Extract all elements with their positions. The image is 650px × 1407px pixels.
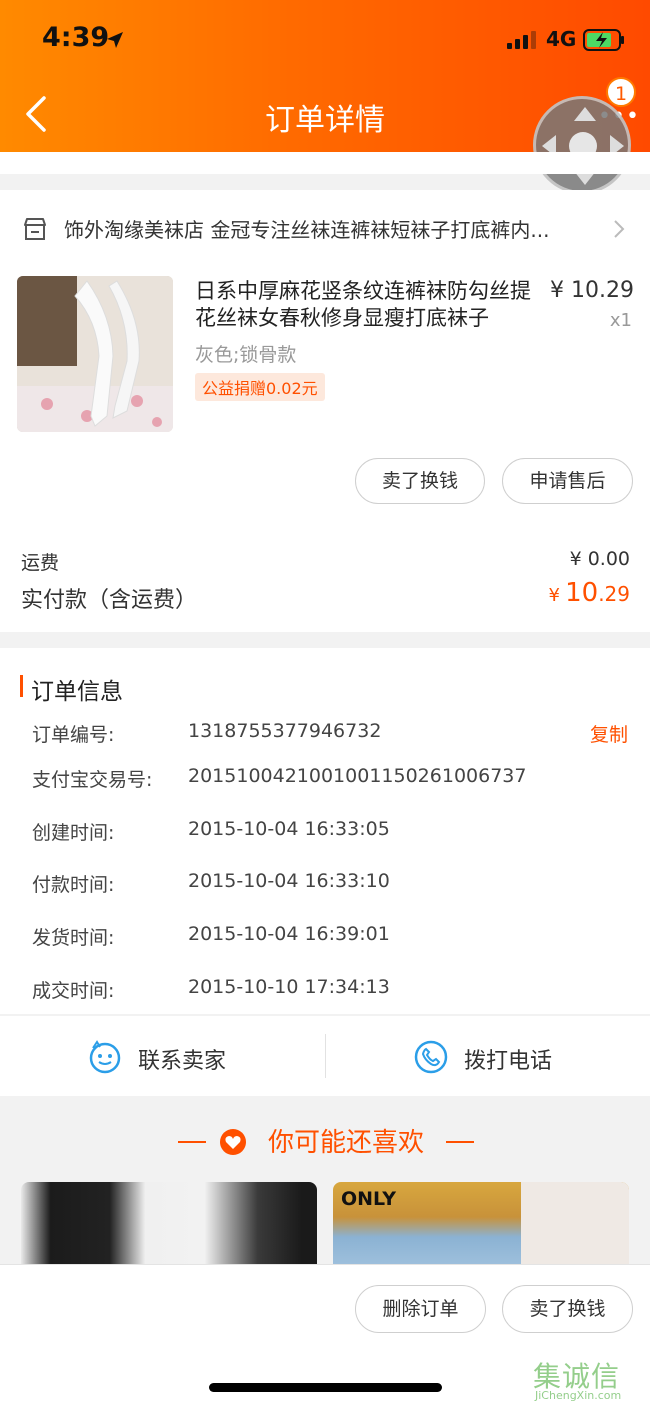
paid-time-row: 付款时间: 2015-10-04 16:33:10 xyxy=(32,870,632,900)
chat-face-icon xyxy=(89,1040,121,1074)
alipay-trade-label: 支付宝交易号: xyxy=(32,769,153,791)
charity-tag: 公益捐赠0.02元 xyxy=(195,373,325,401)
paid-amount: ¥ 10.29 xyxy=(510,578,630,608)
contact-bar: 联系卖家 拨打电话 xyxy=(0,1016,650,1096)
shipped-time-row: 发货时间: 2015-10-04 16:39:01 xyxy=(32,923,632,953)
brand-logo-text: ONLY xyxy=(341,1188,396,1210)
recommended-item-boots[interactable] xyxy=(21,1182,317,1264)
shipped-time-label: 发货时间: xyxy=(32,927,115,949)
order-number-label: 订单编号: xyxy=(32,724,115,746)
order-item-card: 饰外淘缘美袜店 金冠专注丝袜连裤袜短袜子打底裤内... 日系中厚麻花竖条纹连裤袜… xyxy=(0,190,650,632)
shipped-time-value: 2015-10-04 16:39:01 xyxy=(188,923,390,945)
chevron-right-icon xyxy=(614,220,625,238)
recommended-item-jeans[interactable]: ONLY xyxy=(333,1182,629,1264)
completed-time-value: 2015-10-10 17:34:13 xyxy=(188,976,390,998)
network-type: 4G xyxy=(546,27,577,51)
battery-icon xyxy=(583,29,624,51)
watermark-logo: 集诚信 JiChengXin.com xyxy=(533,1355,648,1405)
alipay-trade-value: 2015100421001001150261006737 xyxy=(188,765,527,787)
order-number-row: 订单编号: 1318755377946732 复制 xyxy=(32,720,632,750)
home-indicator[interactable] xyxy=(209,1383,442,1392)
product-title[interactable]: 日系中厚麻花竖条纹连裤袜防勾丝提花丝袜女春秋修身显瘦打底袜子 xyxy=(195,278,540,332)
paid-integer: 10 xyxy=(565,578,599,608)
product-price: ¥ 10.29 xyxy=(550,278,634,303)
watermark-en: JiChengXin.com xyxy=(535,1389,622,1402)
paid-time-label: 付款时间: xyxy=(32,874,115,896)
title-line-right xyxy=(446,1141,474,1143)
product-photo-icon xyxy=(17,276,173,432)
store-name: 饰外淘缘美袜店 金冠专注丝袜连裤袜短袜子打底裤内... xyxy=(64,218,550,242)
bottom-action-bar: 删除订单 卖了换钱 集诚信 JiChengXin.com xyxy=(0,1264,650,1407)
sell-for-cash-button[interactable]: 卖了换钱 xyxy=(355,458,485,504)
contact-seller-label: 联系卖家 xyxy=(138,1049,227,1074)
shipping-value: ¥ 0.00 xyxy=(569,548,630,570)
after-sales-button[interactable]: 申请售后 xyxy=(502,458,633,504)
location-arrow-icon xyxy=(107,32,123,48)
order-info-title: 订单信息 xyxy=(31,679,123,705)
arrow-up-icon xyxy=(574,107,596,121)
recommendation-section: 你可能还喜欢 ONLY xyxy=(0,1098,650,1264)
call-phone-button[interactable]: 拨打电话 xyxy=(326,1016,650,1096)
paid-time-value: 2015-10-04 16:33:10 xyxy=(188,870,390,892)
signal-icon xyxy=(507,31,536,49)
paid-currency: ¥ xyxy=(548,585,560,606)
paid-decimal: .29 xyxy=(598,582,630,606)
nav-header: 4:39 4G 订单详情 ••• 1 xyxy=(0,0,650,194)
status-time: 4:39 xyxy=(42,22,110,53)
created-time-row: 创建时间: 2015-10-04 16:33:05 xyxy=(32,818,632,848)
store-icon xyxy=(24,218,46,240)
call-phone-label: 拨打电话 xyxy=(464,1049,553,1074)
top-white-strip xyxy=(0,152,650,174)
paid-label: 实付款（含运费） xyxy=(21,588,198,613)
phone-icon xyxy=(414,1040,448,1074)
product-image[interactable] xyxy=(17,276,173,432)
product-sku: 灰色;锁骨款 xyxy=(195,344,297,366)
notification-badge: 1 xyxy=(606,77,636,107)
alipay-trade-row: 支付宝交易号: 2015100421001001150261006737 xyxy=(32,765,632,795)
contact-seller-button[interactable]: 联系卖家 xyxy=(0,1016,325,1096)
assistive-touch-button[interactable] xyxy=(533,96,631,194)
store-row[interactable]: 饰外淘缘美袜店 金冠专注丝袜连裤袜短袜子打底裤内... xyxy=(0,190,650,268)
created-time-value: 2015-10-04 16:33:05 xyxy=(188,818,390,840)
recommendation-title-text: 你可能还喜欢 xyxy=(267,1128,424,1158)
product-quantity: x1 xyxy=(609,310,632,331)
completed-time-row: 成交时间: 2015-10-10 17:34:13 xyxy=(32,976,632,1006)
shipping-label: 运费 xyxy=(21,552,60,574)
sell-for-cash-bottom-button[interactable]: 卖了换钱 xyxy=(502,1285,633,1333)
completed-time-label: 成交时间: xyxy=(32,980,115,1002)
delete-order-button[interactable]: 删除订单 xyxy=(355,1285,486,1333)
recommendation-title: 你可能还喜欢 xyxy=(0,1122,650,1159)
product-image-side xyxy=(521,1182,629,1264)
copy-button[interactable]: 复制 xyxy=(582,720,628,747)
order-number-value: 1318755377946732 xyxy=(188,720,382,742)
order-info-section: 订单信息 订单编号: 1318755377946732 复制 支付宝交易号: 2… xyxy=(0,648,650,1014)
created-time-label: 创建时间: xyxy=(32,822,115,844)
heading-accent-bar xyxy=(20,675,23,697)
